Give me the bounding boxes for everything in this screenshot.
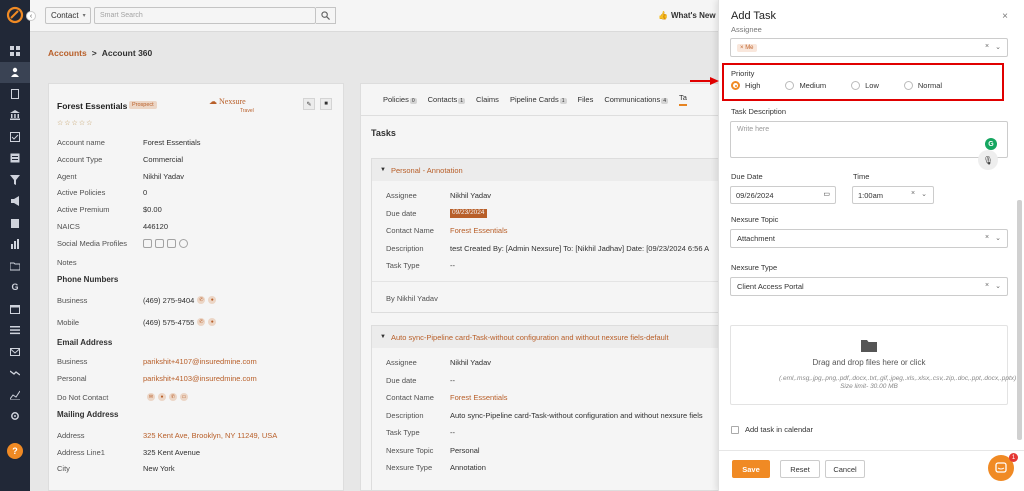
dropzone-file-types: (.eml,.msg,.jpg,.png,.pdf,.docx,.txt,.gi… (779, 374, 1017, 390)
tasks-icon[interactable] (0, 126, 30, 148)
chevron-down-icon[interactable]: ⌄ (995, 282, 1001, 290)
cancel-button[interactable]: Cancel (825, 460, 865, 478)
chip-label: Me (745, 44, 754, 51)
priority-highlight-box (722, 63, 1004, 101)
folder-icon (861, 339, 877, 352)
chevron-down-icon[interactable]: ⌄ (995, 234, 1001, 242)
nexsure-topic-label: Nexsure Topic (731, 215, 779, 224)
remove-chip-icon[interactable]: × (740, 45, 744, 51)
modal-backdrop[interactable] (30, 0, 718, 491)
filter-icon[interactable] (0, 169, 30, 191)
add-to-calendar-label: Add task in calendar (745, 425, 813, 434)
nexsure-type-label: Nexsure Type (731, 263, 778, 272)
dropzone-text: Drag and drop files here or click (812, 357, 926, 367)
megaphone-icon[interactable] (0, 191, 30, 213)
clear-icon[interactable]: × (985, 234, 989, 242)
time-label: Time (853, 172, 870, 181)
due-date-label: Due Date (731, 172, 763, 181)
folder-icon[interactable] (0, 255, 30, 277)
file-dropzone[interactable]: Drag and drop files here or click (.eml,… (730, 325, 1017, 405)
analytics-icon[interactable] (0, 384, 30, 406)
clear-icon[interactable]: × (985, 282, 989, 290)
topic-value: Attachment (737, 234, 775, 243)
microphone-icon[interactable]: 🎙 (978, 150, 998, 170)
due-date-input[interactable]: 09/26/2024 ▭ (730, 186, 836, 204)
clear-icon[interactable]: × (985, 43, 989, 51)
list-icon[interactable] (0, 320, 30, 342)
automation-icon[interactable] (0, 363, 30, 385)
task-description-label: Task Description (731, 107, 787, 116)
annotation-arrow-icon (690, 77, 719, 85)
chat-icon (995, 462, 1007, 473)
modal-scrollbar[interactable] (1017, 200, 1022, 440)
google-icon[interactable]: G (0, 277, 30, 299)
calendar-icon[interactable] (0, 298, 30, 320)
calendar-icon[interactable]: ▭ (823, 190, 830, 198)
mail-icon[interactable] (0, 341, 30, 363)
assignee-label: Assignee (731, 25, 762, 34)
sidebar-collapse-button[interactable]: ‹ (26, 11, 36, 21)
due-date-value: 09/26/2024 (736, 190, 774, 200)
close-icon[interactable]: × (1002, 11, 1008, 22)
add-to-calendar-checkbox[interactable] (731, 425, 739, 434)
add-to-calendar-row[interactable]: Add task in calendar (731, 425, 813, 434)
bank-icon[interactable] (0, 105, 30, 127)
reports-icon[interactable] (0, 234, 30, 256)
type-value: Client Access Portal (737, 282, 804, 291)
nexsure-type-select[interactable]: Client Access Portal × ⌄ (730, 277, 1008, 296)
sidebar: G ? (0, 0, 30, 491)
chat-unread-badge: 1 (1009, 453, 1018, 462)
clear-icon[interactable]: × (911, 190, 915, 198)
time-select[interactable]: 1:00am × ⌄ (852, 186, 934, 204)
assignee-select[interactable]: × Me × ⌄ (730, 38, 1008, 57)
task-description-input[interactable]: Write here (730, 121, 1008, 158)
help-icon[interactable]: ? (7, 443, 23, 459)
chevron-down-icon[interactable]: ⌄ (921, 190, 927, 198)
dashboard-icon[interactable] (0, 40, 30, 62)
assignee-chip[interactable]: × Me (737, 43, 757, 52)
grammarly-icon[interactable]: G (985, 138, 997, 150)
settings-icon[interactable] (0, 406, 30, 428)
modal-title: Add Task (731, 10, 777, 22)
documents-icon[interactable] (0, 83, 30, 105)
reset-button[interactable]: Reset (780, 460, 820, 478)
contacts-icon[interactable] (0, 61, 30, 83)
save-button[interactable]: Save (732, 460, 770, 478)
time-value: 1:00am (858, 190, 884, 200)
clipboard-icon[interactable] (0, 212, 30, 234)
nexsure-topic-select[interactable]: Attachment × ⌄ (730, 229, 1008, 248)
chevron-down-icon[interactable]: ⌄ (995, 43, 1001, 51)
notes-icon[interactable] (0, 148, 30, 170)
